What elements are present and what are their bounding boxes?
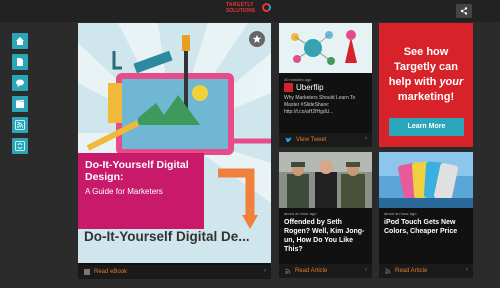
network-illustration <box>291 30 357 65</box>
filter-home-button[interactable] <box>12 33 28 49</box>
article-photo <box>379 152 473 208</box>
filter-refresh-button[interactable] <box>12 138 28 154</box>
video-icon <box>16 100 24 108</box>
tweet-time: 40 minutes ago <box>284 77 312 82</box>
feature-ebook-tile[interactable]: Do-It-Yourself Digital Design: A Guide f… <box>78 23 271 279</box>
ebook-box-title: Do-It-Yourself Digital Design: <box>85 159 189 183</box>
read-article-link[interactable]: Read Article › <box>379 264 473 278</box>
filter-sidebar <box>12 33 28 159</box>
top-header: TARGETLY SOLUTIONS <box>0 0 500 22</box>
rss-icon <box>385 268 391 274</box>
home-icon <box>16 37 24 45</box>
ebook-icon <box>84 269 90 275</box>
chevron-right-icon: › <box>365 267 367 273</box>
rss-icon <box>15 120 25 130</box>
chat-icon <box>16 79 24 88</box>
tweet-author-name: Uberflip <box>296 83 324 92</box>
article-title: iPod Touch Gets New Colors, Cheaper Pric… <box>384 219 458 235</box>
chevron-right-icon: › <box>264 268 266 274</box>
article-time: about an hour ago <box>384 211 417 216</box>
ad-text-emphasis: your <box>439 76 464 88</box>
share-icon <box>460 7 468 15</box>
view-tweet-label: View Tweet <box>296 137 327 143</box>
logo-line-2: SOLUTIONS <box>226 8 256 14</box>
targetly-logo[interactable]: TARGETLY SOLUTIONS <box>226 2 296 19</box>
ipod-photo <box>379 152 473 208</box>
article-time: about an hour ago <box>284 211 317 216</box>
ad-text: See how Targetly can help with your mark… <box>385 45 467 105</box>
tweet-author[interactable]: Uberflip <box>284 83 324 92</box>
twitter-bird-icon <box>285 137 292 142</box>
uberflip-logo-icon <box>284 83 293 92</box>
ebook-title: Do-It-Yourself Digital De... <box>84 229 250 244</box>
star-icon <box>252 34 262 43</box>
article-photo <box>279 152 372 208</box>
learn-more-button[interactable]: Learn More <box>389 118 464 136</box>
document-icon <box>17 58 23 66</box>
ad-text-line2: marketing! <box>397 91 455 103</box>
ebook-title-box: Do-It-Yourself Digital Design: A Guide f… <box>78 153 204 229</box>
view-tweet-link[interactable]: View Tweet › <box>279 133 372 147</box>
read-article-label: Read Article <box>395 268 428 274</box>
rss-icon <box>285 268 291 274</box>
tweet-tile[interactable]: 40 minutes ago Uberflip Why Marketers Sh… <box>279 23 372 147</box>
news-article-tile[interactable]: about an hour ago Offended by Seth Rogen… <box>279 152 372 278</box>
chevron-right-icon: › <box>365 136 367 142</box>
tweet-image <box>279 23 372 73</box>
filter-video-button[interactable] <box>12 96 28 112</box>
tweet-text: Why Marketers Should Learn To Master #Sl… <box>284 95 356 115</box>
chevron-right-icon: › <box>466 267 468 273</box>
ebook-box-subtitle: A Guide for Marketers <box>85 187 163 196</box>
read-ebook-link[interactable]: Read eBook › <box>78 265 271 279</box>
favorite-button[interactable] <box>249 31 265 47</box>
refresh-icon <box>15 141 25 151</box>
logo-ring-icon <box>262 3 271 12</box>
share-button[interactable] <box>456 4 472 18</box>
article-title: Offended by Seth Rogen? Well, Kim Jong-u… <box>284 219 365 253</box>
targetly-ad-tile[interactable]: See how Targetly can help with your mark… <box>379 23 473 147</box>
read-ebook-label: Read eBook <box>94 269 128 275</box>
read-article-label: Read Article <box>295 268 328 274</box>
filter-rss-button[interactable] <box>12 117 28 133</box>
news-article-tile[interactable]: about an hour ago iPod Touch Gets New Co… <box>379 152 473 278</box>
read-article-link[interactable]: Read Article › <box>279 264 372 278</box>
filter-documents-button[interactable] <box>12 54 28 70</box>
filter-social-button[interactable] <box>12 75 28 91</box>
military-photo <box>279 152 372 208</box>
ebook-cover-image: Do-It-Yourself Digital Design: A Guide f… <box>78 23 271 263</box>
